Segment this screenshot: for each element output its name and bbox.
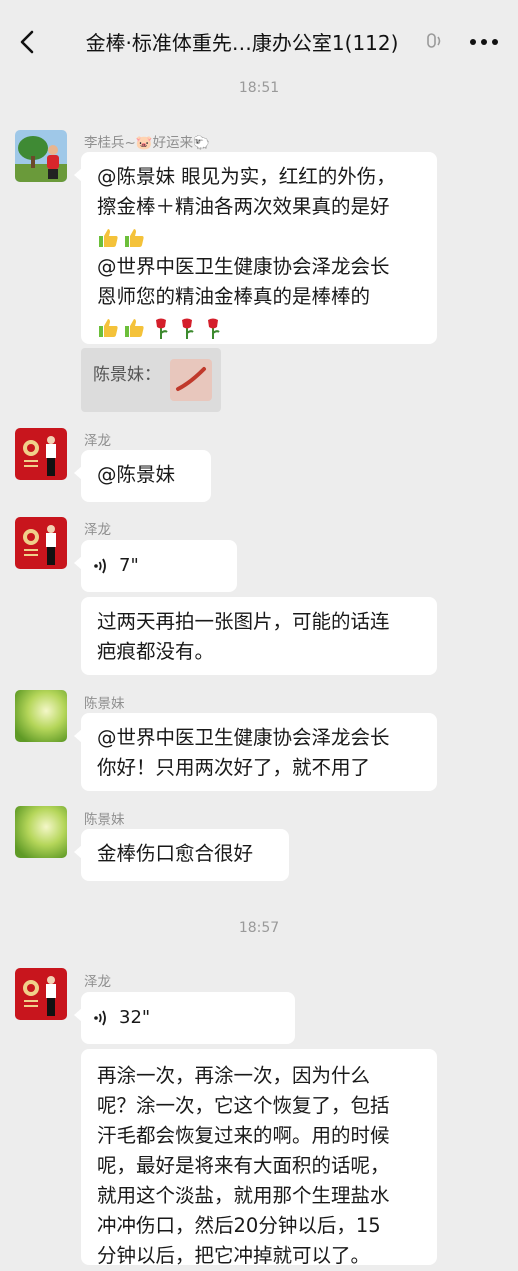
avatar-image-icon [15,428,67,480]
thumbs-up-icon [125,228,144,247]
message-line: 冲冲伤口，然后20分钟以后，15 [97,1214,381,1237]
avatar[interactable] [15,428,67,480]
voice-message[interactable]: 7" [74,540,237,592]
message-line: 过两天再拍一张图片，可能的话连 [97,610,390,633]
thumbs-up-icon [99,318,118,337]
sender-name: 泽龙 [84,974,111,990]
voice-duration: 7" [119,555,139,576]
thumbs-up-icon [99,228,118,247]
quoted-message[interactable]: 陈景妹： [81,348,221,412]
chevron-left-icon [20,30,34,54]
avatar[interactable] [15,968,67,1020]
message-line: 呢？涂一次，它这个恢复了，包括 [97,1094,390,1117]
message-bubble[interactable]: @陈景妹 眼见为实，红红的外伤， 擦金棒＋精油各两次效果真的是好 @世界中医卫生… [74,152,437,344]
avatar[interactable] [15,806,67,858]
avatar[interactable] [15,690,67,742]
emoji-row [97,312,423,342]
message-line: 就用这个淡盐，就用那个生理盐水 [97,1184,390,1207]
voice-mode-button[interactable] [424,30,446,54]
avatar-image-icon [15,517,67,569]
message-line: @世界中医卫生健康协会泽龙会长 [97,255,390,278]
rose-icon [182,318,194,339]
emoji-row [97,222,423,252]
avatar[interactable] [15,130,67,182]
avatar-image-icon [15,968,67,1020]
message-bubble[interactable]: @陈景妹 [74,450,211,502]
message-line: 疤痕都没有。 [97,640,215,663]
sender-name: 陈景妹 [84,812,125,828]
message-line: 分钟以后，把它冲掉就可以了。 [97,1244,371,1267]
thumbs-up-icon [125,318,144,337]
timestamp: 18:57 [238,920,280,936]
back-button[interactable] [10,24,46,60]
voice-message[interactable]: 32" [74,992,295,1044]
voice-duration: 32" [119,1007,151,1028]
chat-title: 金棒·标准体重先…康办公室1(112) [85,31,399,55]
message-bubble[interactable]: @世界中医卫生健康协会泽龙会长 你好！只用两次好了，就不用了 [74,713,437,791]
quote-thumbnail[interactable] [170,359,212,401]
more-button[interactable] [464,28,504,56]
sender-name: 泽龙 [84,522,111,538]
message-line: 汗毛都会恢复过来的啊。用的时候 [97,1124,390,1147]
wound-photo-icon [170,359,212,401]
avatar-image-icon [15,690,67,742]
voice-mode-icon [427,33,441,48]
message-line: @陈景妹 眼见为实，红红的外伤， [97,165,396,188]
quote-text: 陈景妹： [93,365,161,385]
message-line: 呢，最好是将来有大面积的话呢， [97,1154,390,1177]
message-line: 金棒伤口愈合很好 [97,842,254,865]
message-line: 你好！只用两次好了，就不用了 [97,756,371,779]
avatar-image-icon [15,806,67,858]
top-bar: 金棒·标准体重先…康办公室1(112) [0,0,518,84]
voice-wave-icon [94,1010,106,1026]
message-bubble[interactable]: 过两天再拍一张图片，可能的话连 疤痕都没有。 [81,597,437,675]
message-line: 恩师您的精油金棒真的是棒棒的 [97,285,371,308]
avatar-image-icon [15,130,67,182]
avatar[interactable] [15,517,67,569]
message-line: @世界中医卫生健康协会泽龙会长 [97,726,390,749]
message-line: 擦金棒＋精油各两次效果真的是好 [97,195,390,218]
message-line: 再涂一次，再涂一次，因为什么 [97,1064,371,1087]
rose-icon [208,318,220,339]
message-bubble[interactable]: 再涂一次，再涂一次，因为什么 呢？涂一次，它这个恢复了，包括 汗毛都会恢复过来的… [81,1049,437,1267]
rose-icon [156,318,168,339]
message-bubble[interactable]: 金棒伤口愈合很好 [74,829,289,881]
more-dots-icon [470,39,498,45]
voice-wave-icon [94,558,106,574]
sender-name: 泽龙 [84,433,111,449]
timestamp: 18:51 [238,80,280,96]
sender-name: 李桂兵~🐷好运来🐑 [84,135,210,151]
message-line: @陈景妹 [97,463,176,486]
sender-name: 陈景妹 [84,696,125,712]
